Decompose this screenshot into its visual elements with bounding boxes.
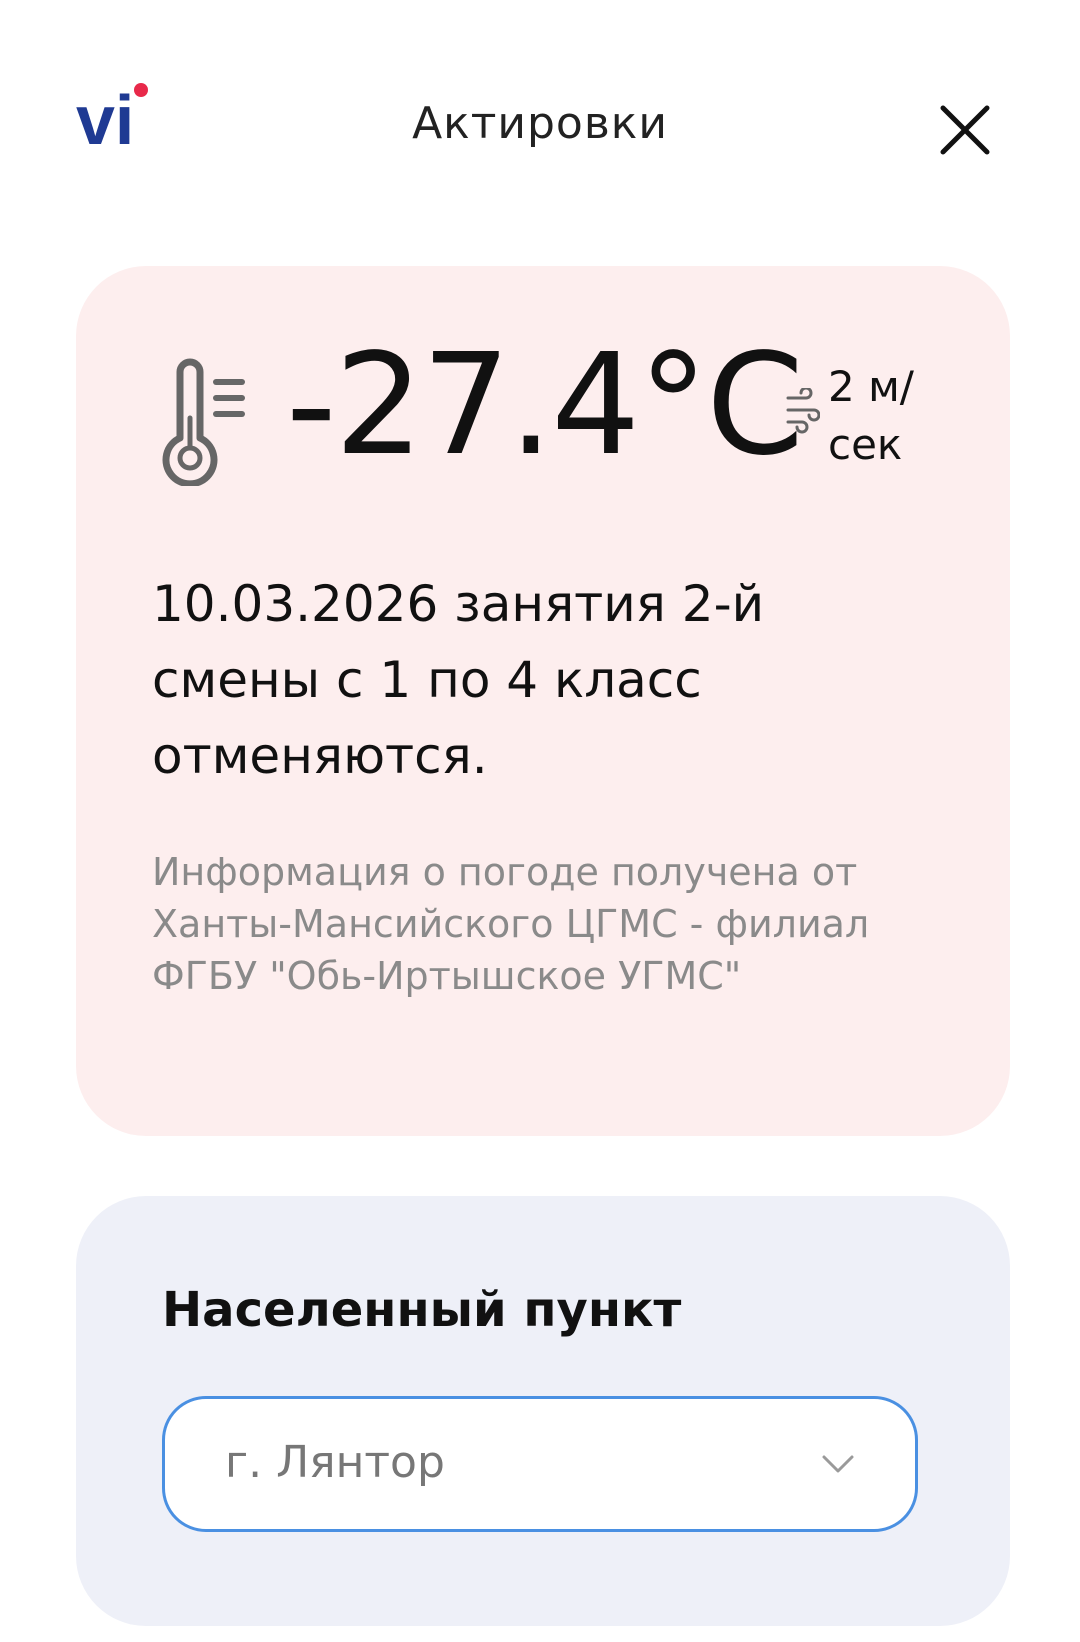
thermometer-icon (162, 358, 245, 486)
page-title: Актировки (412, 98, 668, 149)
location-select[interactable]: г. Лянтор (162, 1396, 918, 1532)
wind-icon (786, 388, 820, 434)
actirovka-message: 10.03.2026 занятия 2-й смены с 1 по 4 кл… (152, 575, 765, 785)
wind-speed: 2 м/сек (828, 362, 914, 469)
chevron-down-icon (822, 1455, 854, 1473)
temperature-value: -27.4°C (286, 324, 804, 487)
location-card: Населенный пункт г. Лянтор (76, 1196, 1010, 1626)
weather-card: -27.4°C 2 м/сек 10.03.2026 занятия 2-й с… (76, 266, 1010, 1136)
location-selected-value: г. Лянтор (225, 1437, 445, 1488)
close-icon[interactable] (935, 100, 995, 160)
location-label: Населенный пункт (162, 1282, 682, 1338)
weather-source-note: Информация о погоде получена от Ханты-Ма… (152, 850, 870, 998)
header: vi Актировки (0, 0, 1080, 240)
